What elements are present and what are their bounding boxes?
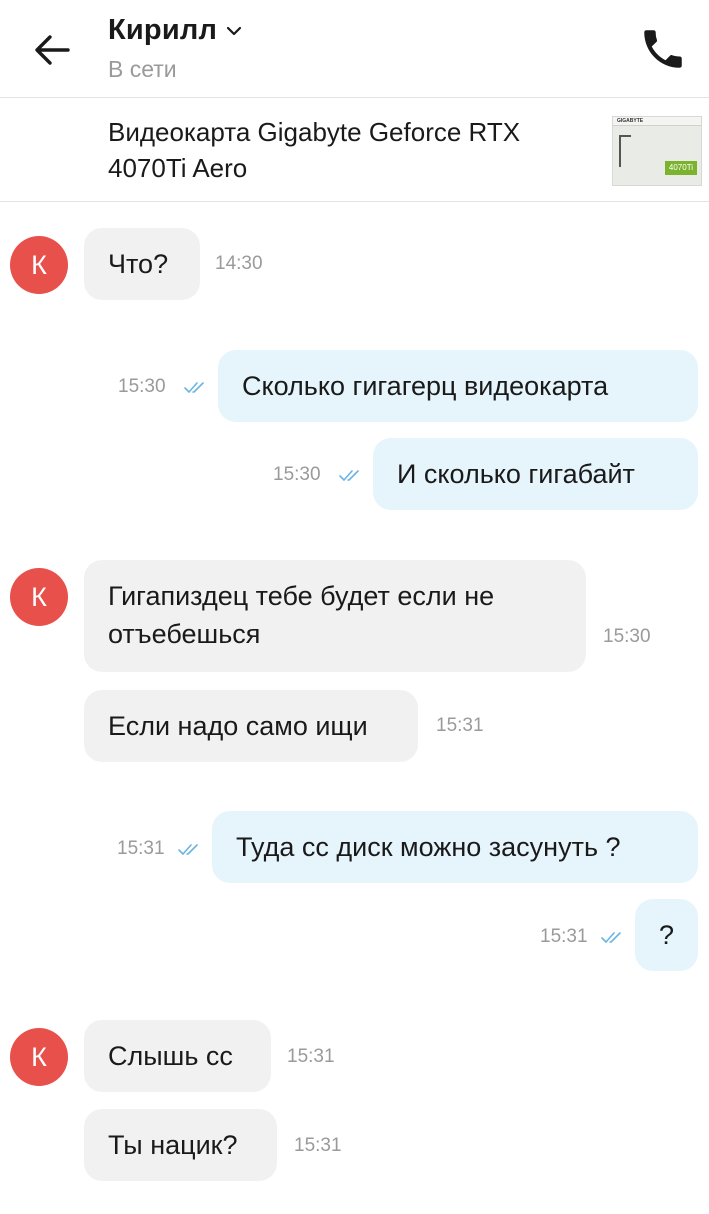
message-text: Слышь сс (108, 1041, 233, 1071)
message-text: Ты нацик? (108, 1130, 238, 1160)
contact-name: Кирилл (108, 14, 218, 46)
message-text: И сколько гигабайт (397, 459, 635, 489)
message-bubble-outgoing[interactable]: Туда сс диск можно засунуть ? (212, 811, 698, 883)
avatar: К (10, 236, 68, 294)
message-text: Гигапиздец тебе будет если не отъебешься (108, 581, 495, 649)
thumbnail-badge: 4070Ti (665, 161, 697, 175)
product-thumbnail: GIGABYTE 4070Ti (612, 116, 702, 186)
product-divider (0, 201, 709, 202)
message-text: Если надо само ищи (108, 711, 368, 741)
chevron-down-icon (227, 26, 242, 35)
chat-header: Кирилл В сети (0, 0, 709, 97)
message-text: Что? (108, 249, 169, 279)
contact-status: В сети (108, 56, 177, 82)
phone-icon (644, 30, 682, 68)
thumbnail-logo-mark (619, 135, 631, 167)
message-time: 15:31 (540, 926, 588, 947)
message-bubble-outgoing[interactable]: ? (635, 899, 698, 971)
message-time: 15:31 (117, 838, 165, 859)
message-text: Туда сс диск можно засунуть ? (236, 832, 621, 862)
message-bubble-incoming[interactable]: Гигапиздец тебе будет если не отъебешься (84, 560, 586, 672)
message-time: 14:30 (215, 253, 263, 274)
message-time: 15:31 (287, 1046, 335, 1067)
message-time: 15:30 (273, 464, 321, 485)
read-ticks-icon (601, 932, 621, 943)
read-ticks-icon (339, 470, 359, 481)
contact-name-button[interactable]: Кирилл (108, 14, 243, 47)
product-title: Видеокарта Gigabyte Geforce RTX 4070Ti A… (108, 117, 521, 183)
message-bubble-outgoing[interactable]: Сколько гигагерц видеокарта (218, 350, 698, 422)
thumbnail-brand-text: GIGABYTE (617, 118, 644, 124)
message-bubble-incoming[interactable]: Что? (84, 228, 200, 300)
message-text: ? (658, 920, 675, 950)
read-ticks-icon (178, 844, 198, 855)
message-time: 15:31 (294, 1135, 342, 1156)
arrow-left-icon (35, 35, 70, 65)
read-ticks-icon (184, 382, 204, 393)
message-bubble-incoming[interactable]: Если надо само ищи (84, 690, 418, 762)
avatar: К (10, 1028, 68, 1086)
message-time: 15:30 (603, 626, 651, 647)
message-bubble-outgoing[interactable]: И сколько гигабайт (373, 438, 698, 510)
message-time: 15:30 (118, 376, 166, 397)
message-bubble-incoming[interactable]: Слышь сс (84, 1020, 271, 1092)
avatar: К (10, 568, 68, 626)
message-bubble-incoming[interactable]: Ты нацик? (84, 1109, 277, 1181)
back-button[interactable] (28, 26, 76, 74)
message-text: Сколько гигагерц видеокарта (242, 371, 609, 401)
product-card[interactable]: Видеокарта Gigabyte Geforce RTX 4070Ti A… (0, 98, 709, 201)
call-button[interactable] (638, 24, 688, 74)
message-time: 15:31 (436, 715, 484, 736)
